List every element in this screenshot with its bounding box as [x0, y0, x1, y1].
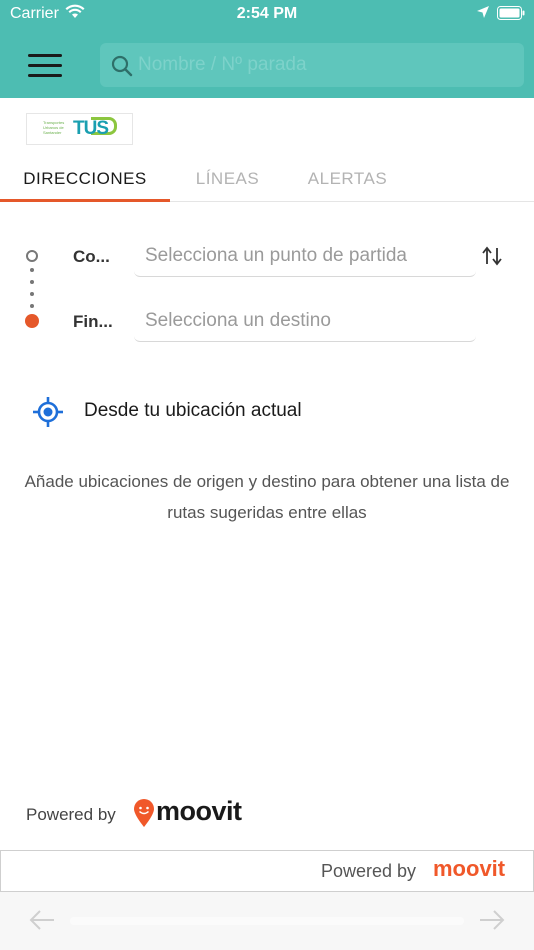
tab-direcciones[interactable]: DIRECCIONES	[0, 152, 170, 202]
route-dot	[30, 280, 34, 284]
tab-alertas[interactable]: ALERTAS	[285, 152, 410, 202]
powered-by-label: Powered by	[321, 861, 417, 881]
powered-by-label: Powered by	[26, 805, 116, 824]
start-field[interactable]: Selecciona un punto de partida	[134, 231, 476, 277]
powered-by-banner[interactable]: Powered by moovit	[0, 850, 534, 892]
nav-track	[70, 917, 464, 925]
search-input[interactable]	[138, 43, 518, 87]
clock: 2:54 PM	[236, 5, 298, 22]
destination-field[interactable]: Selecciona un destino	[134, 296, 476, 342]
active-tab-indicator	[0, 199, 170, 202]
start-point-icon	[26, 250, 38, 262]
route-dot	[30, 268, 34, 272]
powered-by-moovit: Powered by moovit	[26, 796, 266, 836]
location-arrow-icon	[476, 5, 490, 24]
status-bar: Carrier 2:54 PM	[0, 0, 534, 30]
hamburger-menu-icon[interactable]	[24, 50, 66, 80]
crosshair-location-icon	[32, 396, 64, 433]
app-header: Carrier 2:54 PM	[0, 0, 534, 98]
moovit-wordmark: moovit	[433, 856, 506, 881]
stop-search-box[interactable]	[100, 43, 524, 87]
tus-logo: Transportes Urbanos de Santander TUS	[26, 113, 133, 145]
tab-lineas[interactable]: LÍNEAS	[170, 152, 285, 202]
arrow-right-icon[interactable]	[478, 908, 506, 937]
route-dot	[30, 304, 34, 308]
arrow-left-icon[interactable]	[28, 908, 56, 937]
swap-vertical-icon[interactable]	[480, 244, 504, 268]
current-location-option[interactable]: Desde tu ubicación actual	[30, 394, 510, 430]
current-location-label: Desde tu ubicación actual	[84, 400, 302, 421]
route-dot	[30, 292, 34, 296]
tab-bar: DIRECCIONES LÍNEAS ALERTAS	[0, 152, 534, 202]
end-point-icon	[25, 314, 39, 328]
battery-icon	[497, 6, 525, 25]
end-label: Fin...	[73, 312, 113, 331]
moovit-wordmark: moovit	[156, 796, 242, 826]
route-hint-text: Añade ubicaciones de origen y destino pa…	[24, 472, 510, 522]
moovit-pin-icon	[133, 798, 155, 833]
start-label: Co...	[73, 247, 110, 266]
logo-word: TUS	[73, 118, 109, 139]
search-icon	[110, 54, 134, 83]
route-planner: Co... Selecciona un punto de partida Fin…	[0, 230, 534, 350]
web-nav-bar	[0, 892, 534, 950]
